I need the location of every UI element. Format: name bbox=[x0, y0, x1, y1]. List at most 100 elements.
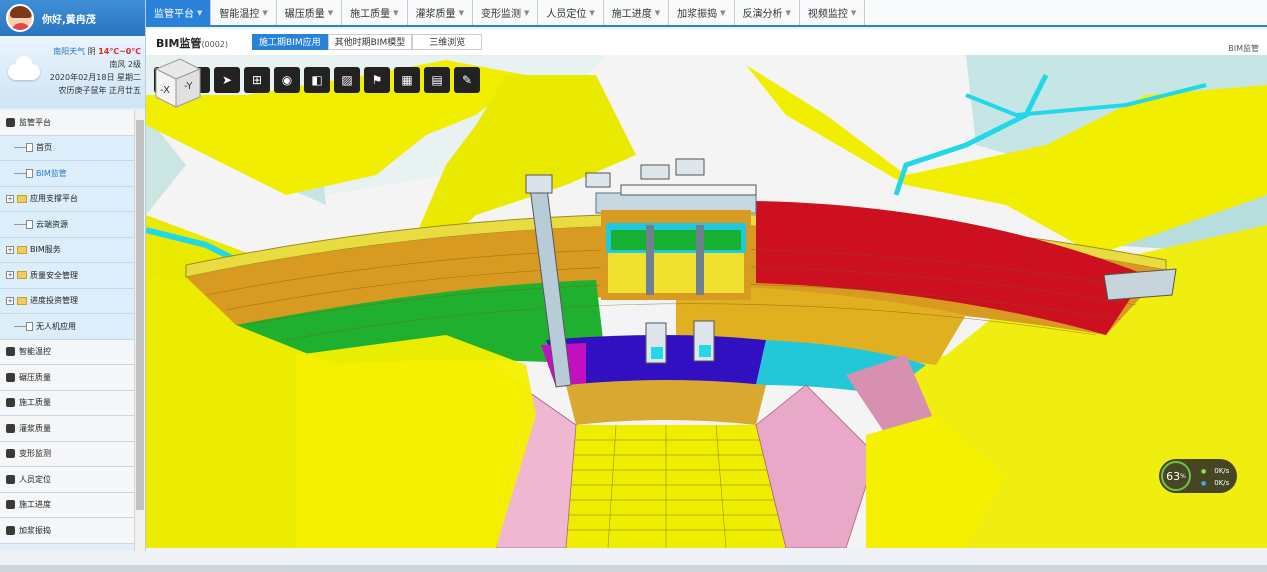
menu-module-icon bbox=[6, 500, 15, 510]
nav-tab[interactable]: 灌浆质量 ▼ bbox=[408, 0, 473, 25]
nav-tab-label: 施工质量 bbox=[350, 9, 391, 20]
cloud-icon bbox=[8, 56, 40, 80]
view-cube-icon[interactable]: -X -Y bbox=[146, 55, 202, 111]
sidebar-item[interactable]: 碾压质量 bbox=[0, 365, 134, 391]
edit-icon[interactable]: ✎ bbox=[454, 67, 480, 93]
gauge-unit: % bbox=[1180, 472, 1186, 480]
nav-tab[interactable]: 变形监测 ▼ bbox=[473, 0, 539, 25]
nav-tab[interactable]: 人员定位 ▼ bbox=[538, 0, 604, 25]
sidebar-item[interactable]: 施工进度 bbox=[0, 492, 134, 518]
user-bar: 你好,黄冉茂 bbox=[0, 0, 145, 36]
footer bbox=[0, 551, 1267, 572]
weather-condition: 阴 bbox=[87, 47, 96, 56]
sidebar-item[interactable]: 无人机应用 bbox=[0, 314, 134, 340]
send-icon[interactable]: ➤ bbox=[214, 67, 240, 93]
sidebar-item[interactable]: 人员定位 bbox=[0, 467, 134, 493]
mode-tabs: 施工期BIM应用 其他时期BIM模型 三维浏览 bbox=[252, 34, 483, 50]
nav-tab-label: 反演分析 bbox=[742, 9, 783, 20]
sidebar-item-label: 应用支撑平台 bbox=[30, 194, 78, 204]
mode-tab[interactable]: 三维浏览 bbox=[412, 34, 483, 50]
download-value: 0K/s bbox=[1214, 479, 1230, 487]
nav-tab[interactable]: 碾压质量 ▼ bbox=[277, 0, 343, 25]
sidebar-item[interactable]: 加浆振捣 bbox=[0, 518, 134, 544]
scrollbar-thumb[interactable] bbox=[136, 120, 144, 510]
expand-icon[interactable]: + bbox=[6, 245, 14, 254]
split-view-icon[interactable]: ◧ bbox=[304, 67, 330, 93]
sidebar-item-label: 云端资源 bbox=[36, 219, 68, 229]
weather-temp: 14℃~0℃ bbox=[98, 47, 141, 56]
nav-tab[interactable]: 施工进度 ▼ bbox=[604, 0, 670, 25]
gauge-percent: 63% bbox=[1161, 461, 1191, 491]
nav-tab-label: 监管平台 bbox=[154, 9, 194, 20]
nav-tab[interactable]: 智能温控 ▼ bbox=[211, 0, 277, 25]
upload-value: 0K/s bbox=[1214, 467, 1230, 475]
sidebar-item-label: 灌浆质量 bbox=[19, 423, 51, 433]
nav-tab[interactable]: 施工质量 ▼ bbox=[342, 0, 408, 25]
sidebar-menu: 监管平台 首页 BIM监管 + 应用支撑平台 云端资源 + BIM服务 + 质量安全管理 + 进度投资… bbox=[0, 110, 134, 544]
expand-icon[interactable]: + bbox=[6, 194, 14, 203]
folder-icon bbox=[17, 296, 27, 305]
grid-icon[interactable]: ▦ bbox=[394, 67, 420, 93]
chevron-down-icon: ▼ bbox=[654, 8, 661, 17]
page-label-right: BIM监管 bbox=[1228, 44, 1259, 53]
hatch-icon[interactable]: ▨ bbox=[334, 67, 360, 93]
mode-tab[interactable]: 施工期BIM应用 bbox=[252, 34, 328, 50]
nav-tab[interactable]: 加浆振捣 ▼ bbox=[669, 0, 735, 25]
camera-icon[interactable]: ◉ bbox=[274, 67, 300, 93]
network-gauge: 63% ● 0K/s ● 0K/s bbox=[1159, 459, 1237, 493]
chevron-down-icon: ▼ bbox=[785, 8, 791, 17]
left-panel: 你好,黄冉茂 南阳天气 阴 14℃~0℃ 南风 2级 2020年02月18日 星… bbox=[0, 0, 146, 551]
avatar[interactable] bbox=[6, 4, 34, 32]
sidebar-item[interactable]: 施工质量 bbox=[0, 390, 134, 416]
weather-date: 2020年02月18日 星期二 bbox=[49, 73, 141, 82]
expand-icon[interactable]: + bbox=[6, 296, 14, 305]
mode-tab[interactable]: 其他时期BIM模型 bbox=[327, 34, 413, 50]
model-toolbar: i⚲➤⊞◉◧▨⚑▦▤✎ bbox=[154, 67, 480, 93]
page-code: (0002) bbox=[201, 40, 229, 49]
chevron-down-icon: ▼ bbox=[720, 8, 726, 17]
chevron-down-icon: ▼ bbox=[850, 8, 857, 17]
sidebar-item[interactable]: + 质量安全管理 bbox=[0, 263, 134, 289]
navcube-face-left: -X bbox=[160, 85, 170, 96]
sidebar-item[interactable]: BIM监管 bbox=[0, 161, 134, 187]
sidebar-item-label: 施工进度 bbox=[19, 500, 51, 510]
page-title-text: BIM监管 bbox=[156, 37, 202, 50]
sidebar-item[interactable]: 灌浆质量 bbox=[0, 416, 134, 442]
structure-icon[interactable]: ⊞ bbox=[244, 67, 270, 93]
expand-icon[interactable]: + bbox=[6, 271, 14, 280]
sidebar-item[interactable]: 云端资源 bbox=[0, 212, 134, 238]
page-title: BIM监管(0002) bbox=[156, 35, 228, 51]
sidebar-scrollbar[interactable] bbox=[134, 110, 145, 551]
folder-icon bbox=[17, 271, 27, 280]
nav-tab[interactable]: 视频监控 ▼ bbox=[800, 0, 866, 25]
sidebar-item-label: 人员定位 bbox=[19, 474, 51, 484]
gauge-value: 63 bbox=[1166, 469, 1181, 483]
sidebar-item[interactable]: + BIM服务 bbox=[0, 237, 134, 263]
sidebar-item[interactable]: + 应用支撑平台 bbox=[0, 186, 134, 212]
nav-tab[interactable]: 反演分析 ▼ bbox=[735, 0, 800, 25]
chevron-down-icon: ▼ bbox=[523, 8, 530, 17]
sidebar-item[interactable]: + 进度投资管理 bbox=[0, 288, 134, 314]
chevron-down-icon: ▼ bbox=[589, 8, 595, 17]
sidebar-item-label: 智能温控 bbox=[19, 347, 51, 357]
top-nav: 监管平台 ▼ 智能温控 ▼ 碾压质量 ▼ 施工质量 ▼ 灌浆质量 ▼ 变形监测 ▼ 人员定位 ▼ 施工进度 ▼… bbox=[146, 0, 1267, 27]
sidebar-item-label: 质量安全管理 bbox=[30, 270, 78, 280]
nav-tab-label: 碾压质量 bbox=[284, 9, 325, 20]
download-rate: ● 0K/s bbox=[1201, 479, 1229, 487]
menu-module-icon bbox=[6, 525, 15, 535]
menu-module-icon bbox=[6, 117, 15, 127]
user-greeting: 你好,黄冉茂 bbox=[42, 14, 96, 26]
sidebar-item[interactable]: 监管平台 bbox=[0, 110, 134, 136]
nav-tab-label: 加浆振捣 bbox=[677, 9, 718, 20]
nav-tab-label: 视频监控 bbox=[807, 9, 848, 20]
sidebar-item-label: BIM监管 bbox=[36, 168, 67, 178]
nav-tab[interactable]: 监管平台 ▼ bbox=[146, 0, 212, 25]
chevron-down-icon: ▼ bbox=[393, 8, 399, 17]
add-document-icon[interactable]: ▤ bbox=[424, 67, 450, 93]
chevron-down-icon: ▼ bbox=[262, 8, 268, 17]
flag-icon[interactable]: ⚑ bbox=[364, 67, 390, 93]
sidebar-item[interactable]: 变形监测 bbox=[0, 441, 134, 467]
bim-3d-viewport[interactable]: i⚲➤⊞◉◧▨⚑▦▤✎ -X -Y 63% ● 0K/s ● 0K/s bbox=[146, 55, 1267, 548]
sidebar-item[interactable]: 智能温控 bbox=[0, 339, 134, 365]
sidebar-item[interactable]: 首页 bbox=[0, 135, 134, 161]
